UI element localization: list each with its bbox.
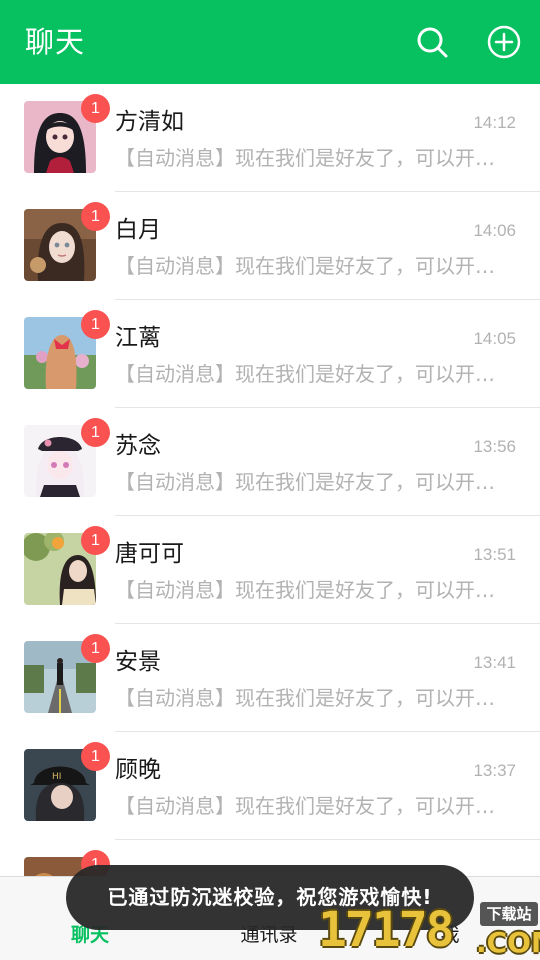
search-button[interactable] (414, 24, 450, 60)
unread-badge: 1 (81, 202, 110, 231)
watermark-suffix: .COM (476, 926, 540, 959)
last-message: 【自动消息】现在我们是好友了，可以开始聊天了 (115, 794, 510, 818)
last-message: 【自动消息】现在我们是好友了，可以开始聊天了 (115, 146, 510, 170)
unread-badge: 1 (81, 310, 110, 339)
message-time: 13:51 (473, 545, 516, 564)
contact-name: 安景 (115, 649, 161, 675)
chat-row[interactable]: 1 江蓠 14:05 【自动消息】现在我们是好友了，可以开始聊天了 (0, 300, 540, 408)
unread-badge: 1 (81, 418, 110, 447)
last-message: 【自动消息】现在我们是好友了，可以开始聊天了 (115, 254, 510, 278)
message-time: 14:12 (473, 113, 516, 132)
top-app-bar: 聊天 (0, 0, 540, 84)
chat-row[interactable]: HI 1 顾晚 13:37 【自动消息】现在我们是好友了，可以开始聊天了 (0, 732, 540, 840)
last-message: 【自动消息】现在我们是好友了，可以开始聊天了 (115, 362, 510, 386)
chat-row[interactable]: 1 白月 14:06 【自动消息】现在我们是好友了，可以开始聊天了 (0, 192, 540, 300)
chat-row[interactable]: 1 苏念 13:56 【自动消息】现在我们是好友了，可以开始聊天了 (0, 408, 540, 516)
chat-row[interactable]: 1 方清如 14:12 【自动消息】现在我们是好友了，可以开始聊天了 (0, 84, 540, 192)
chat-row[interactable]: 1 安景 13:41 【自动消息】现在我们是好友了，可以开始聊天了 (0, 624, 540, 732)
message-time: 14:05 (473, 329, 516, 348)
watermark-digits: 17178 (318, 902, 454, 958)
contact-name: 苏念 (115, 433, 161, 459)
unread-badge: 1 (81, 94, 110, 123)
site-watermark: 17178 下载站 .COM (316, 902, 540, 960)
message-time: 13:41 (473, 653, 516, 672)
plus-circle-icon (487, 25, 521, 59)
unread-badge: 1 (81, 526, 110, 555)
search-icon (417, 27, 448, 58)
chat-list: 1 方清如 14:12 【自动消息】现在我们是好友了，可以开始聊天了 1 白月 … (0, 84, 540, 876)
contact-name: 顾晚 (115, 757, 161, 783)
page-title: 聊天 (25, 25, 86, 59)
message-time: 14:06 (473, 221, 516, 240)
add-button[interactable] (486, 24, 522, 60)
last-message: 【自动消息】现在我们是好友了，可以开始聊天了 (115, 686, 510, 710)
last-message: 【自动消息】现在我们是好友了，可以开始聊天了 (115, 578, 510, 602)
contact-name: 江蓠 (115, 325, 161, 351)
chat-row[interactable]: 1 唐可可 13:51 【自动消息】现在我们是好友了，可以开始聊天了 (0, 516, 540, 624)
last-message: 【自动消息】现在我们是好友了，可以开始聊天了 (115, 470, 510, 494)
contact-name: 白月 (115, 217, 161, 243)
contact-name: 方清如 (115, 109, 184, 135)
message-time: 13:56 (473, 437, 516, 456)
contact-name: 唐可可 (115, 541, 184, 567)
unread-badge: 1 (81, 634, 110, 663)
unread-badge: 1 (81, 742, 110, 771)
watermark-tag: 下载站 (480, 902, 538, 926)
message-time: 13:37 (473, 761, 516, 780)
svg-text:HI: HI (52, 772, 61, 782)
